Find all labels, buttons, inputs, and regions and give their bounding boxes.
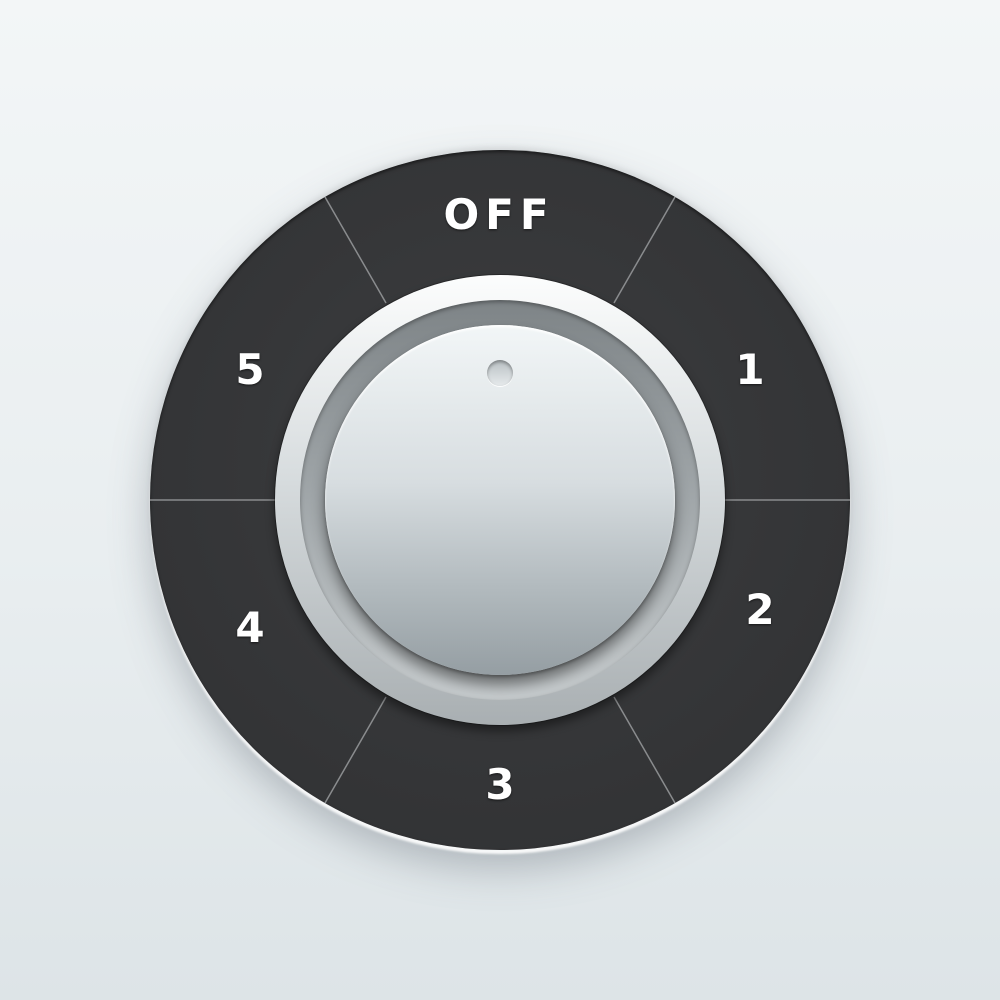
option-2[interactable]: 2 — [745, 589, 774, 631]
rotary-knob[interactable] — [325, 325, 675, 675]
option-off[interactable]: OFF — [437, 194, 554, 236]
option-3[interactable]: 3 — [485, 764, 514, 806]
option-4[interactable]: 4 — [235, 607, 264, 649]
option-1[interactable]: 1 — [735, 349, 764, 391]
knob-indicator-icon — [487, 360, 513, 386]
dial-control: OFF 1 2 3 4 5 — [0, 0, 1000, 1000]
option-5[interactable]: 5 — [235, 349, 264, 391]
